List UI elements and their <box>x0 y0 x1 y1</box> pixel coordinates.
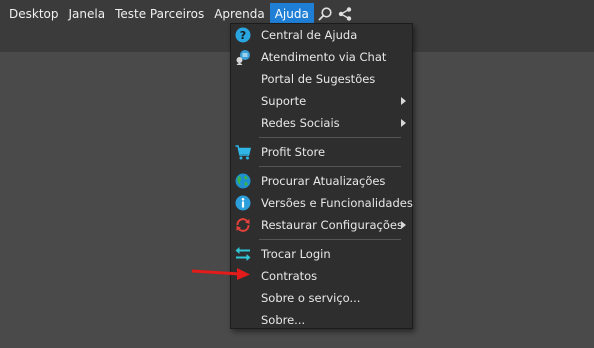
menu-item-label: Restaurar Configurações <box>261 218 403 232</box>
menu-janela[interactable]: Janela <box>64 3 111 25</box>
globe-icon <box>235 173 251 189</box>
swap-icon <box>235 246 251 262</box>
restore-icon <box>235 217 251 233</box>
menu-item-procurar-atualizacoes[interactable]: Procurar Atualizações <box>231 170 412 192</box>
menu-item-label: Contratos <box>261 269 318 283</box>
menu-item-suporte[interactable]: Suporte <box>231 90 412 112</box>
help-icon: ? <box>235 27 251 43</box>
menu-item-sobre[interactable]: Sobre... <box>231 309 412 331</box>
menu-item-label: Sobre o serviço... <box>261 291 361 305</box>
menu-item-profit-store[interactable]: Profit Store <box>231 141 412 163</box>
menu-item-label: Central de Ajuda <box>261 28 358 42</box>
info-icon <box>235 195 251 211</box>
chat-icon <box>235 49 251 65</box>
menu-item-label: Redes Sociais <box>261 116 340 130</box>
menu-item-trocar-login[interactable]: Trocar Login <box>231 243 412 265</box>
menu-item-label: Suporte <box>261 94 307 108</box>
submenu-arrow-icon <box>401 119 406 127</box>
menu-item-restaurar-configuracoes[interactable]: Restaurar Configurações <box>231 214 412 236</box>
menu-item-label: Trocar Login <box>261 247 331 261</box>
submenu-arrow-icon <box>401 221 406 229</box>
menu-ajuda[interactable]: Ajuda <box>269 2 314 25</box>
annotation-arrow-icon <box>191 268 250 280</box>
menu-aprenda[interactable]: Aprenda <box>209 3 269 25</box>
menu-item-label: Sobre... <box>261 313 306 327</box>
menu-item-label: Profit Store <box>261 145 326 159</box>
menu-item-label: Portal de Sugestões <box>261 72 376 86</box>
menu-separator <box>259 137 401 138</box>
menu-item-atendimento-via-chat[interactable]: Atendimento via Chat <box>231 46 412 68</box>
menu-desktop[interactable]: Desktop <box>4 3 64 25</box>
menu-separator <box>259 239 401 240</box>
menu-item-central-de-ajuda[interactable]: ? Central de Ajuda <box>231 24 412 46</box>
menu-item-label: Versões e Funcionalidades <box>261 196 413 210</box>
svg-text:?: ? <box>240 29 246 42</box>
share-icon[interactable] <box>336 4 354 24</box>
menu-item-label: Atendimento via Chat <box>261 50 387 64</box>
ajuda-dropdown-menu: ? Central de Ajuda Atendimento via Chat … <box>230 23 413 329</box>
menu-item-versoes-e-funcionalidades[interactable]: Versões e Funcionalidades <box>231 192 413 214</box>
menu-item-sobre-o-servico[interactable]: Sobre o serviço... <box>231 287 412 309</box>
menu-item-portal-de-sugestoes[interactable]: Portal de Sugestões <box>231 68 412 90</box>
menu-separator <box>259 166 401 167</box>
menu-item-label: Procurar Atualizações <box>261 174 386 188</box>
menu-item-redes-sociais[interactable]: Redes Sociais <box>231 112 412 134</box>
menu-item-contratos[interactable]: Contratos <box>231 265 412 287</box>
cart-icon <box>235 144 251 160</box>
menu-teste-parceiros[interactable]: Teste Parceiros <box>110 3 209 25</box>
search-icon[interactable] <box>316 4 334 24</box>
submenu-arrow-icon <box>401 97 406 105</box>
